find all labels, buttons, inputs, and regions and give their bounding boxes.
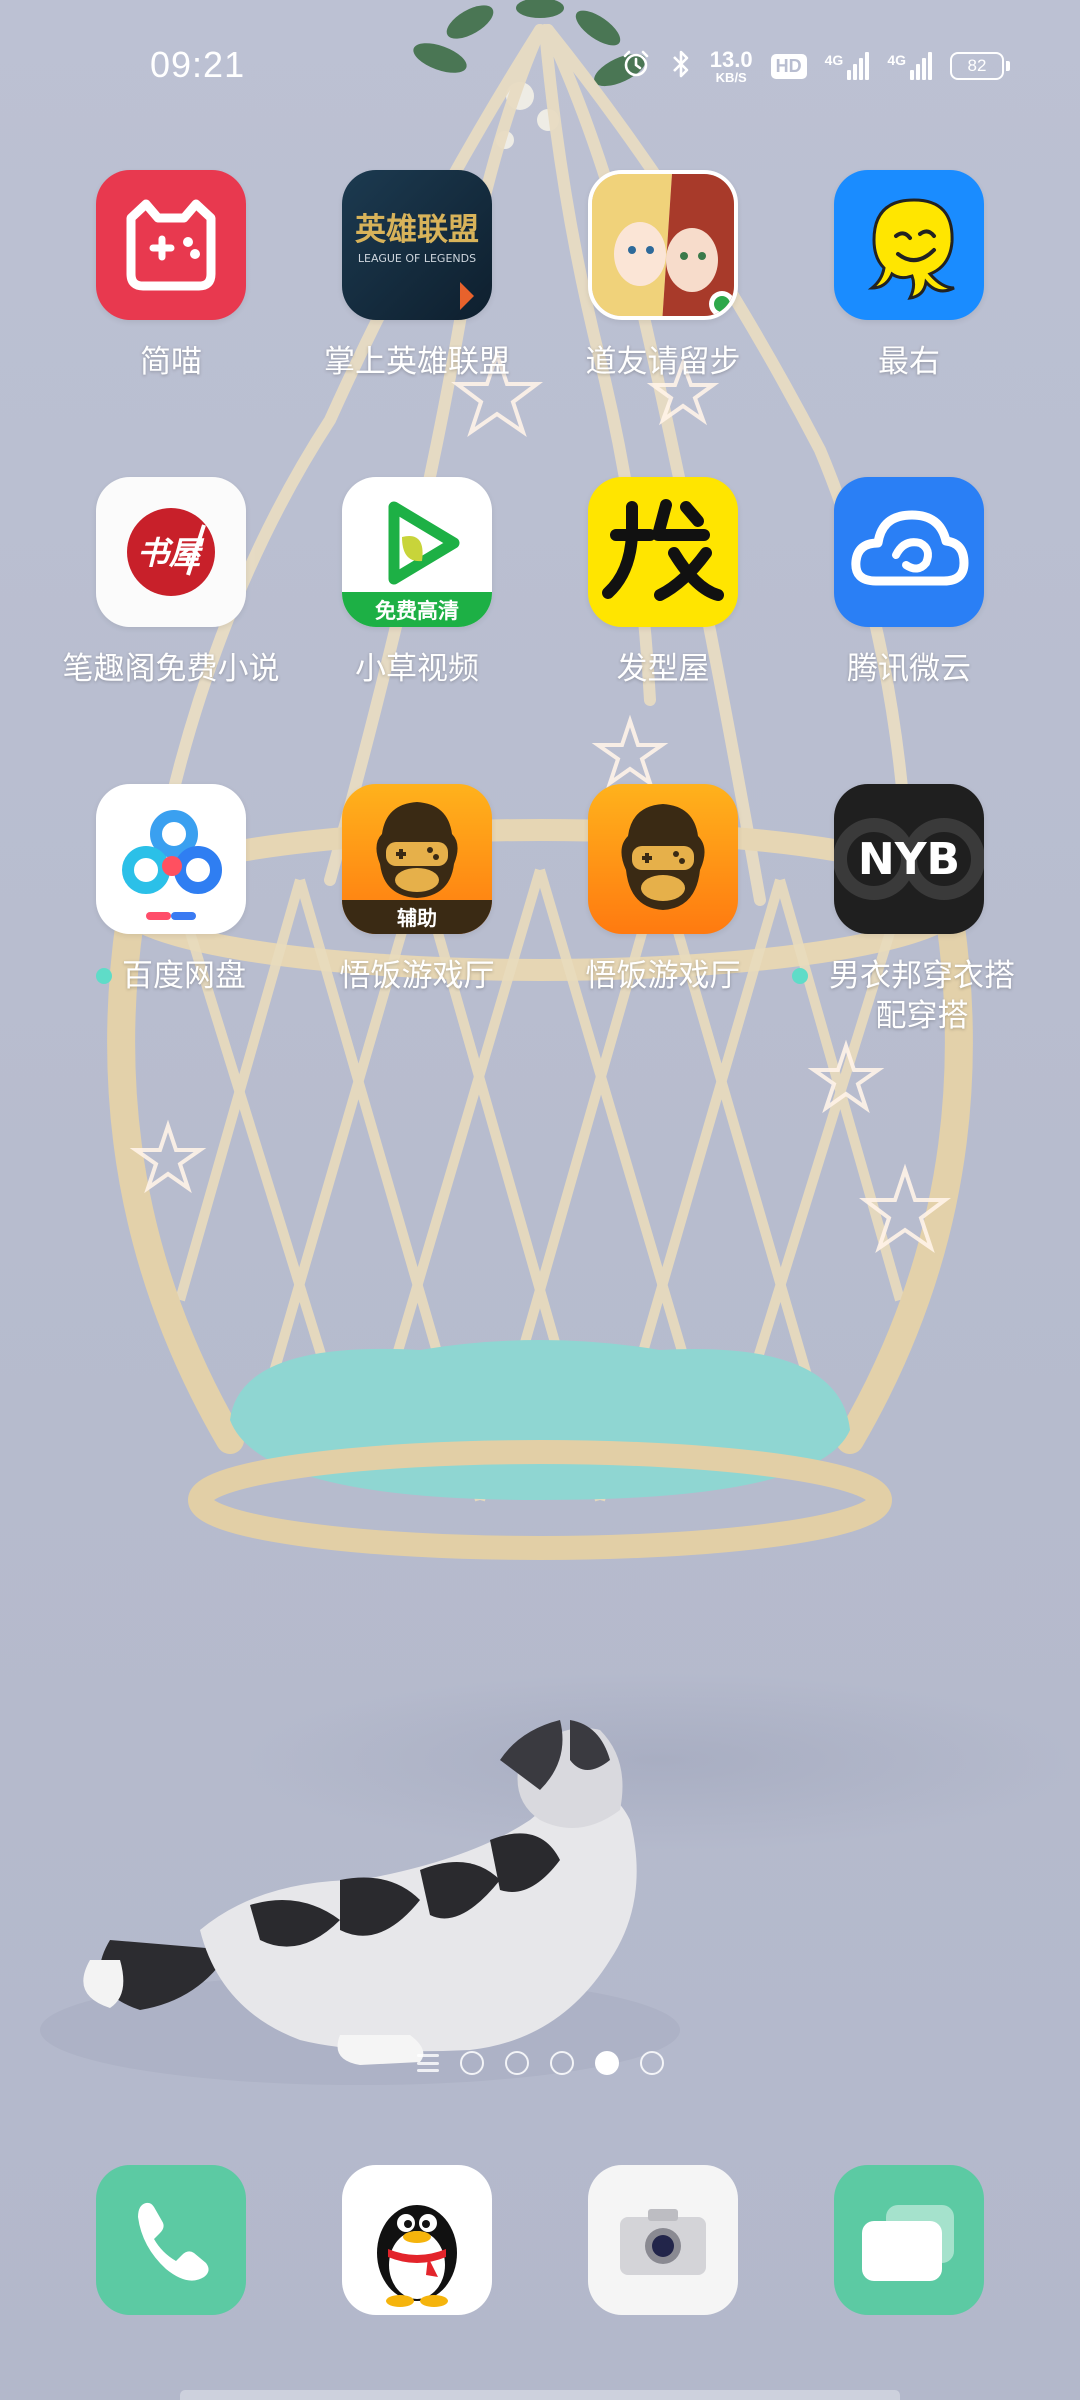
page-indicator[interactable] bbox=[0, 2048, 1080, 2078]
page-dot[interactable] bbox=[549, 2051, 574, 2075]
app-xiaocao[interactable]: 免费高清 小草视频 bbox=[294, 477, 540, 689]
app-baidu-netdisk[interactable]: 百度网盘 bbox=[48, 784, 294, 996]
app-label: 发型屋 bbox=[616, 651, 710, 686]
phone-app[interactable] bbox=[96, 2165, 246, 2315]
faxingwu-icon[interactable] bbox=[588, 477, 738, 627]
qq-penguin-icon bbox=[342, 2165, 492, 2315]
app-label: 道友请留步 bbox=[585, 344, 741, 379]
daoyou-icon[interactable] bbox=[588, 170, 738, 320]
app-label: 悟饭游戏厅 bbox=[339, 958, 495, 993]
app-label: 悟饭游戏厅 bbox=[585, 958, 741, 993]
app-label: 腾讯微云 bbox=[847, 651, 971, 686]
gesture-bar[interactable] bbox=[180, 2390, 900, 2400]
zuiyou-icon[interactable] bbox=[834, 170, 984, 320]
phone-icon bbox=[96, 2165, 246, 2315]
alarm-icon bbox=[620, 48, 652, 85]
xiaocao-icon[interactable]: 免费高清 bbox=[342, 477, 492, 627]
page-dot-active[interactable] bbox=[594, 2051, 619, 2075]
svg-text:免费高清: 免费高清 bbox=[375, 599, 459, 623]
svg-text:英雄联盟: 英雄联盟 bbox=[355, 212, 479, 248]
app-lol[interactable]: 英雄联盟 LEAGUE OF LEGENDS 掌上英雄联盟 bbox=[294, 170, 540, 382]
app-nyb[interactable]: NYB 男衣邦穿衣搭配穿搭 bbox=[786, 784, 1032, 1036]
app-label: 最右 bbox=[878, 344, 940, 379]
app-label: 笔趣阁免费小说 bbox=[62, 651, 280, 686]
biquge-icon[interactable]: 书屋 bbox=[96, 477, 246, 627]
battery-icon: 82 bbox=[950, 52, 1010, 80]
net-speed: 13.0 KB/S bbox=[709, 46, 753, 85]
app-label: 掌上英雄联盟 bbox=[324, 344, 510, 379]
signal-icon: 4G bbox=[825, 52, 870, 80]
qq-app[interactable] bbox=[342, 2165, 492, 2315]
status-icons: 13.0 KB/S HD 4G 4G 82 bbox=[620, 44, 1010, 88]
app-faxingwu[interactable]: 发型屋 bbox=[540, 477, 786, 689]
net-speed-value: 13.0 bbox=[709, 46, 753, 72]
bluetooth-icon bbox=[670, 48, 692, 85]
battery-level: 82 bbox=[950, 52, 1004, 80]
signal-1-label: 4G bbox=[824, 52, 844, 68]
app-biquge[interactable]: 书屋 笔趣阁免费小说 bbox=[48, 477, 294, 689]
camera-icon bbox=[588, 2165, 738, 2315]
app-weiyun[interactable]: 腾讯微云 bbox=[786, 477, 1032, 689]
wufan-icon[interactable] bbox=[588, 784, 738, 934]
page-dot[interactable] bbox=[459, 2051, 484, 2075]
app-label: 男衣邦穿衣搭配穿搭 bbox=[786, 956, 1032, 1036]
messages-icon bbox=[834, 2165, 984, 2315]
page-list-icon[interactable] bbox=[416, 2054, 439, 2072]
status-time: 09:21 bbox=[150, 44, 246, 85]
signal-2-label: 4G bbox=[887, 52, 906, 68]
app-wufan-helper[interactable]: 辅助 悟饭游戏厅 bbox=[294, 784, 540, 996]
net-speed-unit: KB/S bbox=[715, 69, 747, 85]
app-label: 小草视频 bbox=[355, 651, 479, 686]
baidu-netdisk-icon[interactable] bbox=[96, 784, 246, 934]
jianmiao-icon[interactable] bbox=[96, 170, 246, 320]
messages-app[interactable] bbox=[834, 2165, 984, 2315]
app-daoyou[interactable]: 道友请留步 bbox=[540, 170, 786, 382]
app-label: 百度网盘 bbox=[48, 956, 294, 996]
notification-dot bbox=[96, 968, 112, 984]
app-zuiyou[interactable]: 最右 bbox=[786, 170, 1032, 382]
camera-app[interactable] bbox=[588, 2165, 738, 2315]
lol-icon[interactable]: 英雄联盟 LEAGUE OF LEGENDS bbox=[342, 170, 492, 320]
page-dot[interactable] bbox=[504, 2051, 529, 2075]
status-bar: 09:21 13.0 KB/S HD 4G 4G 82 bbox=[0, 0, 1080, 134]
hd-badge: HD bbox=[770, 53, 807, 79]
signal-icon-2: 4G bbox=[887, 52, 932, 80]
svg-text:辅助: 辅助 bbox=[397, 906, 437, 930]
svg-text:LEAGUE OF LEGENDS: LEAGUE OF LEGENDS bbox=[358, 252, 476, 265]
nyb-icon[interactable]: NYB bbox=[834, 784, 984, 934]
app-wufan[interactable]: 悟饭游戏厅 bbox=[540, 784, 786, 996]
weiyun-icon[interactable] bbox=[834, 477, 984, 627]
wufan-helper-icon[interactable]: 辅助 bbox=[342, 784, 492, 934]
app-label: 简喵 bbox=[140, 344, 202, 379]
notification-dot bbox=[792, 968, 808, 984]
svg-text:NYB: NYB bbox=[858, 834, 960, 885]
page-dot[interactable] bbox=[639, 2051, 664, 2075]
app-jianmiao[interactable]: 简喵 bbox=[48, 170, 294, 382]
